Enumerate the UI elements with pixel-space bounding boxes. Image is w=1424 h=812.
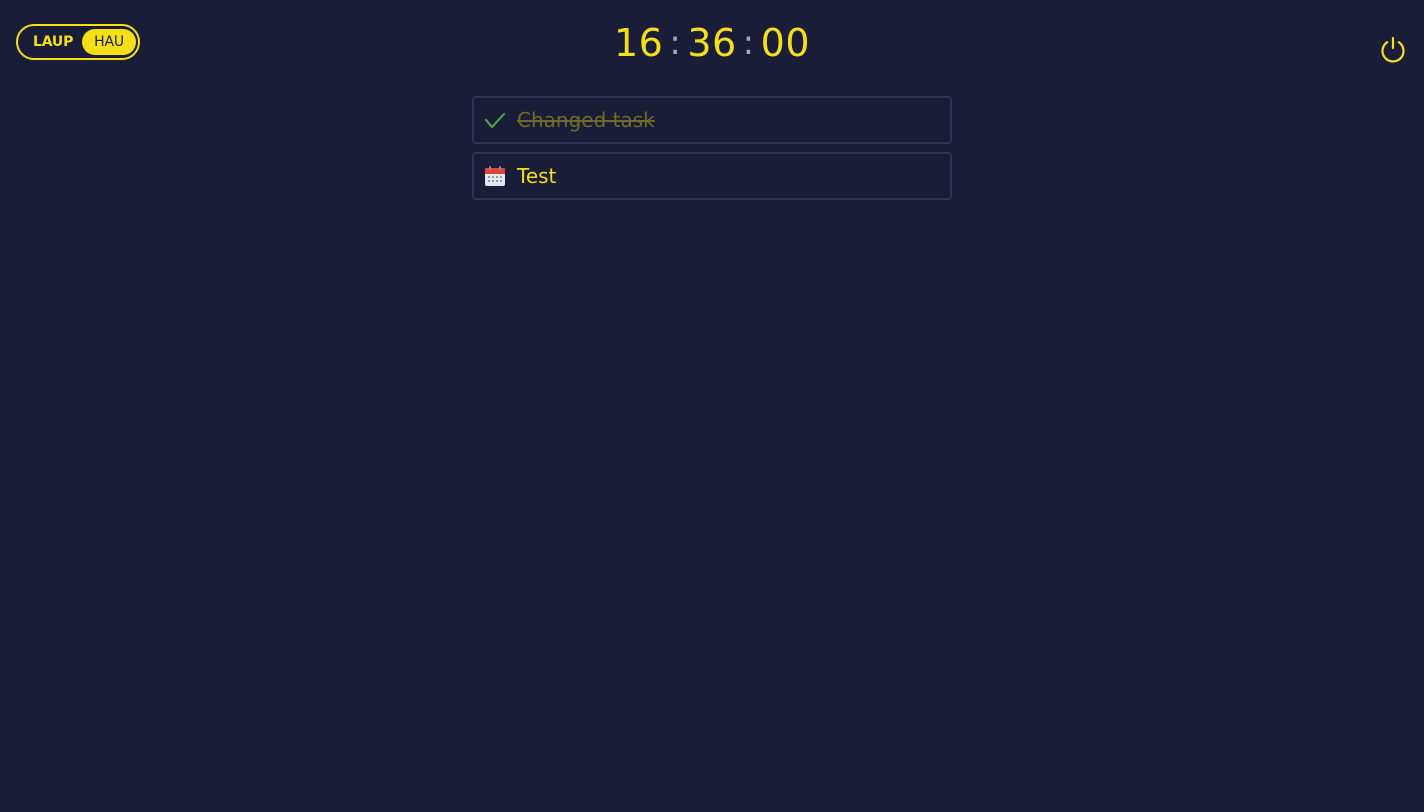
clock-minutes: 36 [687,21,737,65]
task-list: Changed task Test [472,96,952,208]
checkmark-icon [483,108,507,132]
task-item[interactable]: Test [472,152,952,200]
clock-seconds: 00 [760,21,810,65]
task-label: Changed task [517,108,655,132]
power-button[interactable] [1378,34,1408,64]
calendar-icon [483,164,507,188]
clock-separator: : [742,23,755,63]
clock-hours: 16 [613,21,664,65]
power-icon [1381,36,1405,63]
task-label: Test [517,164,557,188]
clock: 16:36:00 [0,20,1424,68]
clock-separator: : [669,23,682,63]
task-item[interactable]: Changed task [472,96,952,144]
